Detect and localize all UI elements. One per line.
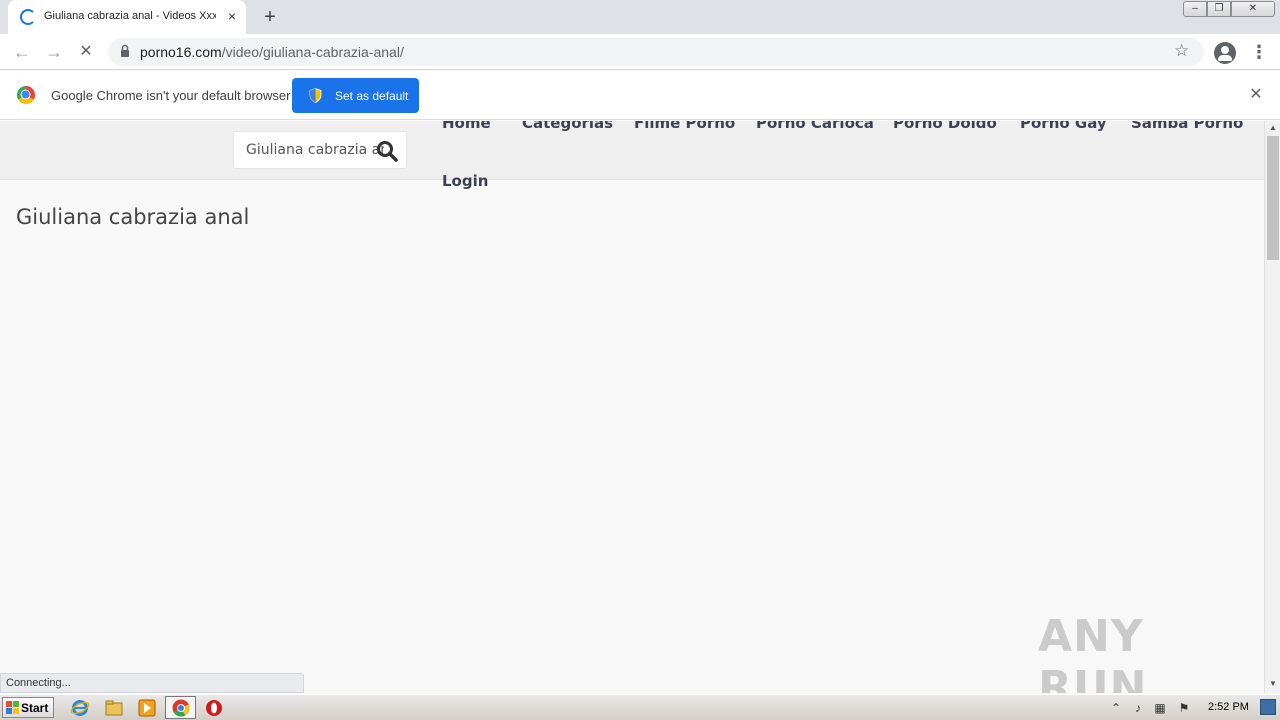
nav-porno-doido[interactable]: Porno Doido [893,121,997,132]
back-button[interactable]: ← [10,40,34,64]
action-center-flag-icon[interactable]: ⚑ [1176,700,1192,716]
web-page: Home Categorias Filme Porno Porno Carioc… [0,121,1264,693]
chrome-icon [172,699,190,717]
start-button[interactable]: Start [2,697,54,718]
chrome-logo-icon [17,86,35,104]
forward-button[interactable]: → [42,40,66,64]
close-tab-icon[interactable]: × [224,8,240,24]
page-title: Giuliana cabrazia anal [16,205,250,229]
system-tray: ⌃ ♪ ▦ ⚑ [1106,696,1202,719]
nav-samba-porno[interactable]: Samba Porno [1131,121,1243,132]
scrollbar-thumb[interactable] [1267,136,1279,260]
windows-flag-icon [6,701,19,714]
stop-loading-button[interactable]: ✕ [74,40,98,64]
url-path: /video/giuliana-cabrazia-anal/ [221,44,404,60]
nav-login[interactable]: Login [442,172,488,190]
nav-porno-gay[interactable]: Porno Gay [1020,121,1107,132]
nav-filme-porno[interactable]: Filme Porno [634,121,735,132]
default-browser-infobar: Google Chrome isn't your default browser… [0,71,1280,120]
maximize-button[interactable]: ❐ [1207,1,1231,17]
site-header: Home Categorias Filme Porno Porno Carioc… [0,121,1264,190]
nav-porno-carioca[interactable]: Porno Carioca [756,121,874,132]
taskbar-clock[interactable]: 2:52 PM [1208,701,1249,713]
status-bubble: Connecting... [0,673,304,693]
taskbar-chrome-button[interactable] [165,696,196,719]
bookmark-star-icon[interactable]: ☆ [1174,41,1189,61]
file-explorer-icon[interactable] [104,698,124,718]
network-icon[interactable]: ▦ [1152,700,1168,716]
search-icon[interactable] [376,140,398,162]
address-bar[interactable]: porno16.com/video/giuliana-cabrazia-anal… [108,38,1204,66]
set-as-default-label: Set as default [335,89,409,103]
anyrun-watermark: ANY RUN [1038,611,1148,693]
profile-avatar-icon[interactable] [1214,42,1236,64]
scroll-down-arrow-icon[interactable]: ▼ [1265,677,1280,691]
minimize-button[interactable]: – [1183,1,1207,17]
url-domain: porno16.com [140,44,222,60]
uac-shield-icon [309,88,322,103]
tab-title: Giuliana cabrazia anal - Videos Xxx | [44,10,216,22]
search-input[interactable] [234,132,384,168]
show-desktop-button[interactable] [1260,699,1276,715]
new-tab-button[interactable]: + [259,6,281,28]
tray-expand-icon[interactable]: ⌃ [1108,700,1124,716]
opera-icon[interactable] [204,698,224,718]
volume-icon[interactable]: ♪ [1130,700,1146,716]
infobar-message: Google Chrome isn't your default browser [51,88,291,103]
set-as-default-button[interactable]: Set as default [292,78,419,113]
browser-tab[interactable]: Giuliana cabrazia anal - Videos Xxx | × [8,0,246,34]
windows-taskbar: Start ⌃ ♪ ▦ ⚑ 2:52 PM [0,694,1280,720]
scroll-up-arrow-icon[interactable]: ▲ [1265,121,1280,135]
nav-home[interactable]: Home [442,121,491,132]
browser-toolbar: ← → ✕ porno16.com/video/giuliana-cabrazi… [0,34,1280,70]
start-label: Start [21,701,49,715]
url-text: porno16.com/video/giuliana-cabrazia-anal… [140,44,404,60]
internet-explorer-icon[interactable] [70,698,90,718]
site-search [233,131,407,169]
media-player-icon[interactable] [137,698,157,718]
loading-spinner-icon [20,9,36,25]
chrome-menu-icon[interactable]: ⋮ [1250,42,1268,62]
infobar-close-icon[interactable]: ✕ [1247,86,1265,104]
nav-categorias[interactable]: Categorias [522,121,613,132]
tab-strip: Giuliana cabrazia anal - Videos Xxx | × … [0,0,1280,34]
vertical-scrollbar[interactable]: ▲ ▼ [1264,121,1280,693]
lock-icon [121,44,129,57]
window-close-button[interactable]: ✕ [1231,1,1275,17]
